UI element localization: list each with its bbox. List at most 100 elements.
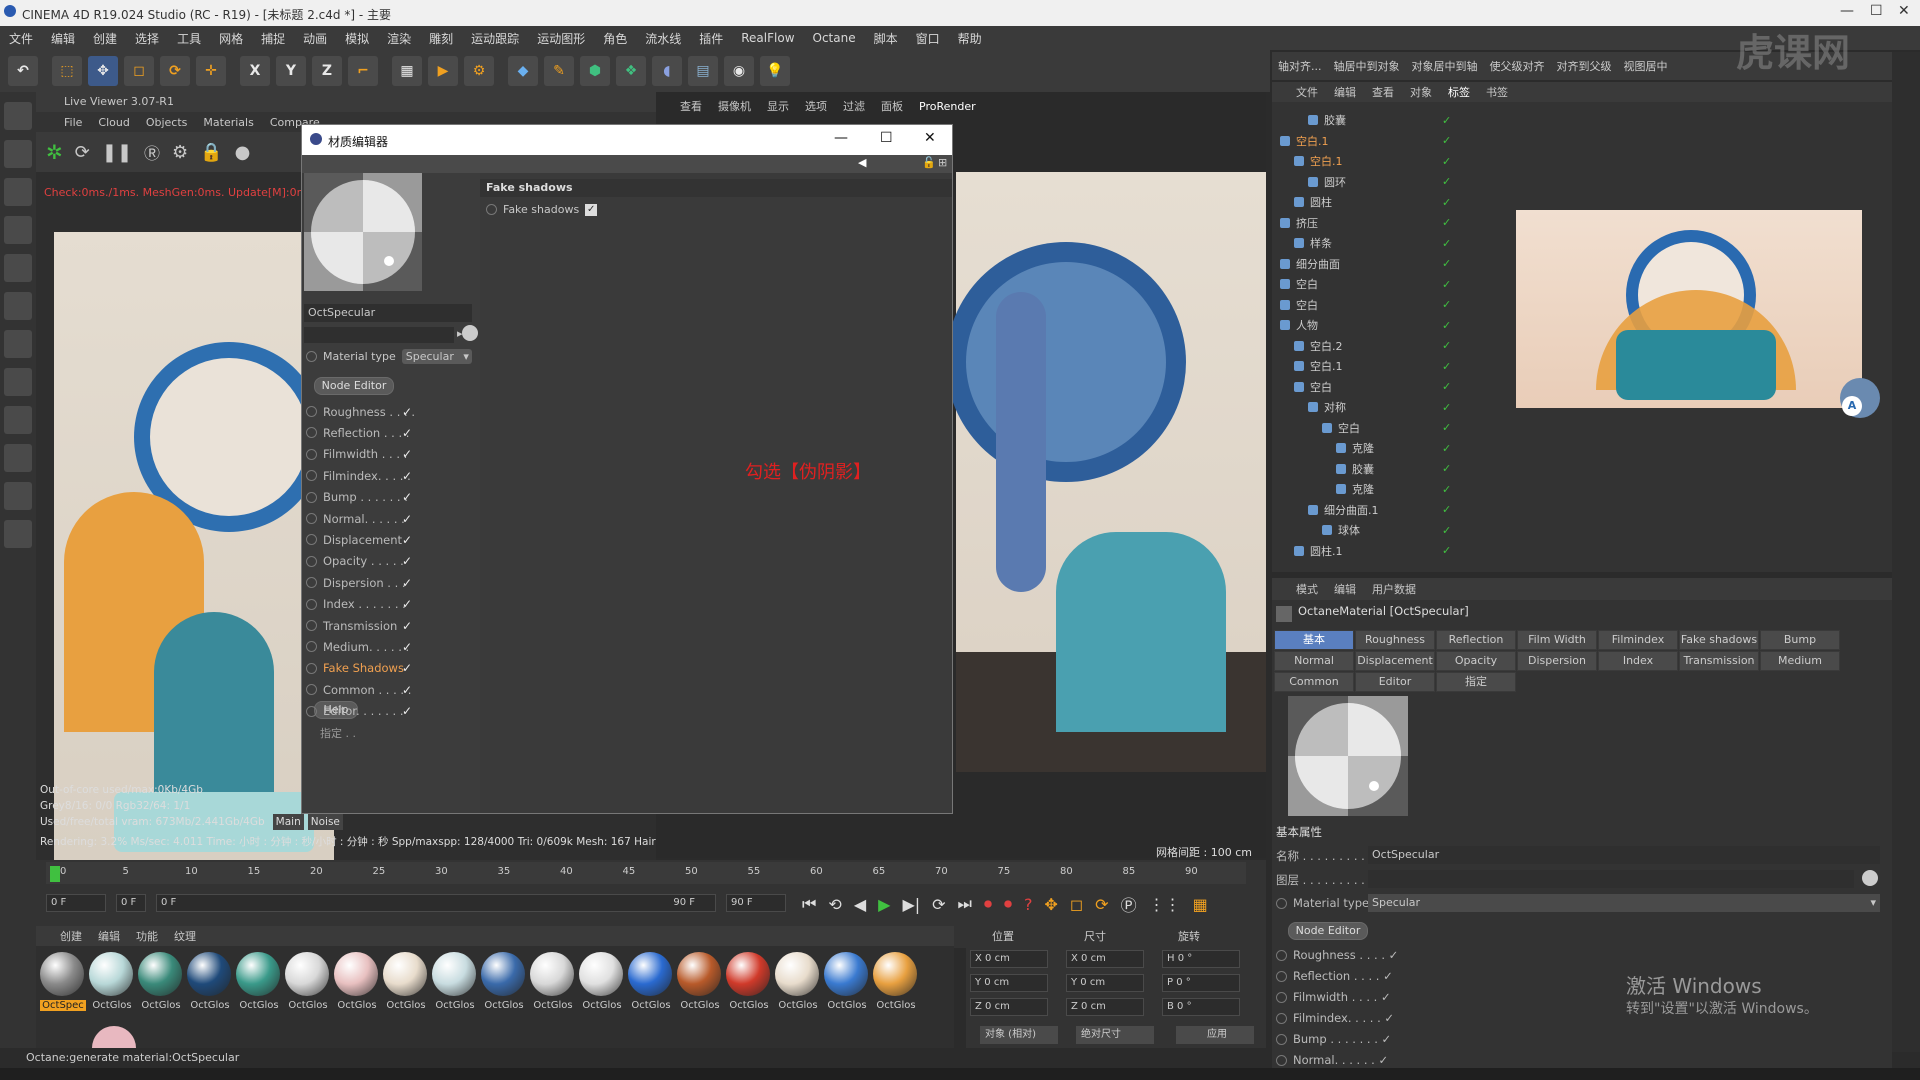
assign-label[interactable]: 指定 . . bbox=[320, 725, 356, 741]
layer-field[interactable] bbox=[1368, 870, 1854, 888]
pos-z-field[interactable]: Z 0 cm bbox=[970, 998, 1048, 1016]
pause-render-icon[interactable]: ❚❚ bbox=[102, 142, 132, 163]
attribute-tab[interactable]: Filmindex bbox=[1598, 630, 1678, 650]
polygons-mode-icon[interactable] bbox=[4, 292, 32, 320]
menu-mograph[interactable]: 运动图形 bbox=[537, 30, 585, 47]
rot-b-field[interactable]: B 0 ° bbox=[1162, 998, 1240, 1016]
new-panel-icon[interactable]: ⊞ bbox=[938, 156, 947, 169]
menu-mesh[interactable]: 网格 bbox=[219, 30, 243, 47]
grid-icon[interactable] bbox=[4, 520, 32, 548]
object-tree-row[interactable]: 圆柱 ✓ bbox=[1272, 192, 1451, 212]
visibility-check-icon[interactable]: ✓ bbox=[1442, 360, 1451, 373]
axis-mode-icon[interactable] bbox=[4, 330, 32, 358]
object-tree-row[interactable]: 胶囊 ✓ bbox=[1272, 459, 1451, 479]
mm-menu-edit[interactable]: 编辑 bbox=[98, 928, 120, 944]
render-view-icon[interactable]: ▦ bbox=[392, 56, 422, 86]
material-swatch-label[interactable]: OctGlos bbox=[383, 1000, 429, 1011]
subdivision-surface-icon[interactable]: ⬢ bbox=[580, 56, 610, 86]
attribute-tab[interactable]: Bump bbox=[1760, 630, 1840, 650]
model-mode-icon[interactable] bbox=[4, 140, 32, 168]
visibility-check-icon[interactable]: ✓ bbox=[1442, 544, 1451, 557]
playhead-marker[interactable] bbox=[50, 866, 60, 882]
visibility-check-icon[interactable]: ✓ bbox=[1442, 216, 1451, 229]
material-swatch[interactable] bbox=[824, 952, 868, 996]
timeline-ruler[interactable]: 0 5 10 15 20 25 30 35 40 45 50 55 60 65 70 75 80 85 90 bbox=[46, 862, 1246, 884]
menu-simulate[interactable]: 模拟 bbox=[345, 30, 369, 47]
animate-dot-icon[interactable] bbox=[306, 641, 317, 653]
record-icon[interactable]: ⏺ bbox=[984, 894, 992, 914]
material-swatch-label[interactable]: OctGlos bbox=[873, 1000, 919, 1011]
snap-icon[interactable] bbox=[4, 406, 32, 434]
material-name-field[interactable]: OctSpecular bbox=[304, 304, 472, 322]
rot-p-field[interactable]: P 0 ° bbox=[1162, 974, 1240, 992]
visibility-check-icon[interactable]: ✓ bbox=[1442, 319, 1451, 332]
attribute-tab[interactable]: Opacity bbox=[1436, 651, 1516, 671]
channel-checkbox[interactable]: ✓ bbox=[402, 426, 412, 440]
visibility-check-icon[interactable]: ✓ bbox=[1442, 298, 1451, 311]
pen-icon[interactable]: ✎ bbox=[544, 56, 574, 86]
key-rotation-icon[interactable]: ⟳ bbox=[1095, 895, 1108, 914]
channel-checkbox[interactable]: ✓ bbox=[402, 405, 412, 419]
attribute-tab[interactable]: Editor bbox=[1355, 672, 1435, 692]
material-swatch[interactable] bbox=[775, 952, 819, 996]
material-swatch-label[interactable]: OctGlos bbox=[677, 1000, 723, 1011]
animate-dot-icon[interactable] bbox=[486, 204, 497, 215]
channel-checkbox[interactable]: ✓ bbox=[402, 447, 412, 461]
object-tree-row[interactable]: 球体 ✓ bbox=[1272, 520, 1451, 540]
animate-dot-icon[interactable] bbox=[306, 705, 317, 717]
lv-menu-materials[interactable]: Materials bbox=[203, 116, 253, 129]
animate-dot-icon[interactable] bbox=[306, 513, 317, 524]
channel-checkbox[interactable]: ✓ bbox=[402, 683, 412, 697]
animate-dot-icon[interactable] bbox=[1276, 991, 1287, 1003]
attribute-tab[interactable]: Roughness bbox=[1355, 630, 1435, 650]
visibility-check-icon[interactable]: ✓ bbox=[1442, 442, 1451, 455]
loop-forward-icon[interactable]: ⟳ bbox=[932, 895, 945, 914]
object-tree-row[interactable]: 空白 ✓ bbox=[1272, 418, 1451, 438]
stat-tab-noise[interactable]: Noise bbox=[307, 814, 343, 830]
material-swatch-label[interactable]: OctSpec bbox=[40, 1000, 86, 1011]
key-scale-icon[interactable]: ◻ bbox=[1070, 895, 1083, 914]
material-swatch-label[interactable]: OctGlos bbox=[187, 1000, 233, 1011]
menu-select[interactable]: 选择 bbox=[135, 30, 159, 47]
pos-x-field[interactable]: X 0 cm bbox=[970, 950, 1048, 968]
coordinate-system-icon[interactable]: ⌐ bbox=[348, 56, 378, 86]
select-tool-icon[interactable]: ⬚ bbox=[52, 56, 82, 86]
animate-dot-icon[interactable] bbox=[1276, 1033, 1287, 1045]
current-frame-field[interactable]: 0 F bbox=[46, 894, 106, 912]
vp-menu-filter[interactable]: 过滤 bbox=[843, 98, 865, 114]
animate-dot-icon[interactable] bbox=[1276, 949, 1287, 961]
object-tree-row[interactable]: 空白 ✓ bbox=[1272, 274, 1451, 294]
pos-y-field[interactable]: Y 0 cm bbox=[970, 974, 1048, 992]
y-axis-lock-icon[interactable]: Y bbox=[276, 56, 306, 86]
vp-menu-view[interactable]: 查看 bbox=[680, 98, 702, 114]
om-menu-view[interactable]: 查看 bbox=[1372, 84, 1394, 100]
range-slider[interactable]: 0 F 90 F bbox=[156, 894, 716, 912]
vp-menu-camera[interactable]: 摄像机 bbox=[718, 98, 751, 114]
animate-dot-icon[interactable] bbox=[306, 662, 317, 674]
menu-window[interactable]: 窗口 bbox=[916, 30, 940, 47]
menu-realflow[interactable]: RealFlow bbox=[741, 31, 794, 45]
visibility-check-icon[interactable]: ✓ bbox=[1442, 339, 1451, 352]
visibility-check-icon[interactable]: ✓ bbox=[1442, 257, 1451, 270]
material-swatch-label[interactable]: OctGlos bbox=[236, 1000, 282, 1011]
close-button[interactable]: ✕ bbox=[1898, 3, 1910, 19]
material-swatch[interactable] bbox=[383, 952, 427, 996]
edges-mode-icon[interactable] bbox=[4, 254, 32, 282]
back-arrow-icon[interactable]: ◀ bbox=[858, 156, 866, 169]
om-menu-tags[interactable]: 标签 bbox=[1448, 84, 1470, 100]
attribute-tab[interactable]: Film Width bbox=[1517, 630, 1597, 650]
mm-menu-texture[interactable]: 纹理 bbox=[174, 928, 196, 944]
tweak-mode-icon[interactable] bbox=[4, 368, 32, 396]
menu-pipeline[interactable]: 流水线 bbox=[645, 30, 681, 47]
object-tree-row[interactable]: 空白 ✓ bbox=[1272, 295, 1451, 315]
animate-dot-icon[interactable] bbox=[1276, 897, 1287, 909]
rotate-tool-icon[interactable]: ⟳ bbox=[160, 56, 190, 86]
material-swatch[interactable] bbox=[334, 952, 378, 996]
attribute-tab[interactable]: Transmission bbox=[1679, 651, 1759, 671]
object-tree-row[interactable]: 对称 ✓ bbox=[1272, 397, 1451, 417]
menu-plugins[interactable]: 插件 bbox=[699, 30, 723, 47]
am-channel-row[interactable]: Normal. . . . . . ✓ bbox=[1276, 1053, 1388, 1067]
object-tree-row[interactable]: 圆环 ✓ bbox=[1272, 172, 1451, 192]
menu-snap[interactable]: 捕捉 bbox=[261, 30, 285, 47]
material-swatch-label[interactable]: OctGlos bbox=[530, 1000, 576, 1011]
